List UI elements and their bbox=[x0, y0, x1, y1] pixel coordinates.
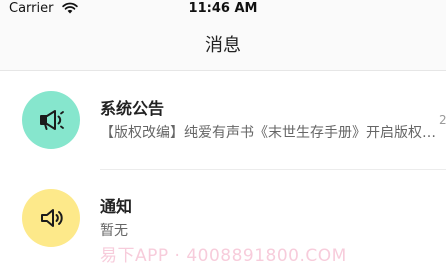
watermark-text: 易下APP · 4008891800.COM bbox=[100, 246, 347, 266]
notification-avatar bbox=[22, 189, 80, 247]
system-announcement-avatar bbox=[22, 91, 80, 149]
message-title: 通知 bbox=[100, 197, 133, 216]
speaker-icon bbox=[41, 209, 63, 227]
message-preview: 暂无 bbox=[100, 223, 128, 239]
message-title: 系统公告 bbox=[100, 99, 165, 118]
navigation-bar: 消息 bbox=[0, 20, 446, 71]
megaphone-icon bbox=[40, 110, 64, 130]
message-time: 2 bbox=[439, 113, 446, 127]
message-item-system-announcement[interactable]: 系统公告 【版权改编】纯爱有声书《末世生存手册》开启版权改编 2 bbox=[0, 72, 446, 169]
page-title: 消息 bbox=[205, 35, 241, 56]
status-bar: Carrier 11:46 AM bbox=[0, 0, 446, 20]
clock: 11:46 AM bbox=[188, 1, 258, 16]
message-preview: 【版权改编】纯爱有声书《末世生存手册》开启版权改编 bbox=[100, 125, 436, 141]
